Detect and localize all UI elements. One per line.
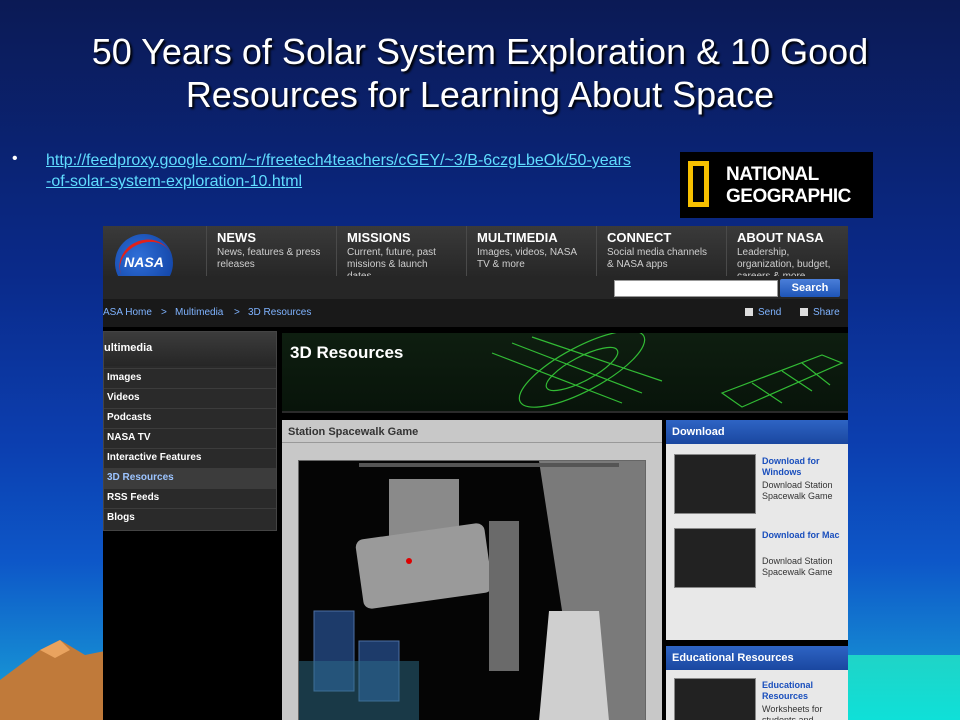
game-title: Station Spacewalk Game <box>288 426 419 438</box>
share-button[interactable]: Share <box>800 307 840 318</box>
sidebar-item-podcasts[interactable]: Podcasts <box>104 408 276 428</box>
natgeo-logo: NATIONAL GEOGRAPHIC <box>680 152 873 218</box>
sidebar-item-images[interactable]: Images <box>104 368 276 388</box>
sidebar-item-interactive-features[interactable]: Interactive Features <box>104 448 276 468</box>
download-windows-link[interactable]: Download for Windows <box>762 456 846 478</box>
mountain-decoration <box>0 640 110 720</box>
slide-title: 50 Years of Solar System Exploration & 1… <box>91 31 869 115</box>
search-input[interactable] <box>614 280 778 297</box>
share-icon <box>800 308 808 317</box>
sidebar-item-videos[interactable]: Videos <box>104 388 276 408</box>
nasa-website-screenshot: NASA NEWS News, features & press releases… <box>103 226 848 720</box>
nav-news[interactable]: NEWS News, features & press releases <box>206 226 331 276</box>
edu-desc: Worksheets for students and <box>762 704 823 720</box>
space-station-scene-icon <box>299 461 645 720</box>
search-bar: Search <box>103 276 848 299</box>
nav-missions[interactable]: MISSIONS Current, future, past missions &… <box>336 226 461 282</box>
game-screenshot[interactable] <box>298 460 646 720</box>
article-link[interactable]: http://feedproxy.google.com/~r/freetech4… <box>46 150 636 192</box>
crumb-separator: > <box>234 307 240 318</box>
download-windows-desc: Download Station Spacewalk Game <box>762 480 833 501</box>
windows-thumbnail[interactable] <box>674 454 756 514</box>
send-button[interactable]: Send <box>745 307 781 318</box>
3d-resources-banner: 3D Resources <box>282 333 848 413</box>
download-mac-link[interactable]: Download for Mac <box>762 530 846 541</box>
crumb-3d-resources[interactable]: 3D Resources <box>248 307 311 318</box>
sidebar-item-blogs[interactable]: Blogs <box>104 508 276 528</box>
crumb-home[interactable]: ASA Home <box>103 307 152 318</box>
edu-heading: Educational Resources <box>666 646 848 670</box>
nav-multimedia[interactable]: MULTIMEDIA Images, videos, NASA TV & more <box>466 226 591 276</box>
download-mac-desc: Download Station Spacewalk Game <box>762 556 833 577</box>
game-panel: Station Spacewalk Game <box>282 420 662 720</box>
nasa-header: NASA NEWS News, features & press releases… <box>103 226 848 299</box>
mac-thumbnail[interactable] <box>674 528 756 588</box>
bullet: • <box>12 150 18 167</box>
edu-link[interactable]: Educational Resources <box>762 680 846 702</box>
search-button[interactable]: Search <box>780 279 840 297</box>
send-icon <box>745 308 753 317</box>
edu-thumbnail[interactable] <box>674 678 756 720</box>
horizon-glow <box>848 655 960 720</box>
sidebar-heading: ultimedia <box>104 332 276 366</box>
download-heading: Download <box>666 420 848 444</box>
crumb-separator: > <box>161 307 167 318</box>
natgeo-wordmark: NATIONAL GEOGRAPHIC <box>726 164 851 207</box>
nav-about-nasa[interactable]: ABOUT NASA Leadership, organization, budg… <box>726 226 848 282</box>
download-panel: Download Download for Windows Download S… <box>666 420 848 640</box>
natgeo-frame-icon <box>688 161 709 207</box>
sidebar-item-nasa-tv[interactable]: NASA TV <box>104 428 276 448</box>
crumb-multimedia[interactable]: Multimedia <box>175 307 223 318</box>
sidebar-item-rss-feeds[interactable]: RSS Feeds <box>104 488 276 508</box>
shuttle-wireframe-icon <box>491 333 844 408</box>
breadcrumb: ASA Home > Multimedia > 3D Resources Sen… <box>103 299 848 327</box>
multimedia-sidebar: ultimedia Images Videos Podcasts NASA TV… <box>103 331 277 531</box>
sidebar-item-3d-resources[interactable]: 3D Resources <box>104 468 276 488</box>
educational-resources-panel: Educational Resources Educational Resour… <box>666 646 848 720</box>
nav-connect[interactable]: CONNECT Social media channels & NASA apps <box>596 226 721 276</box>
